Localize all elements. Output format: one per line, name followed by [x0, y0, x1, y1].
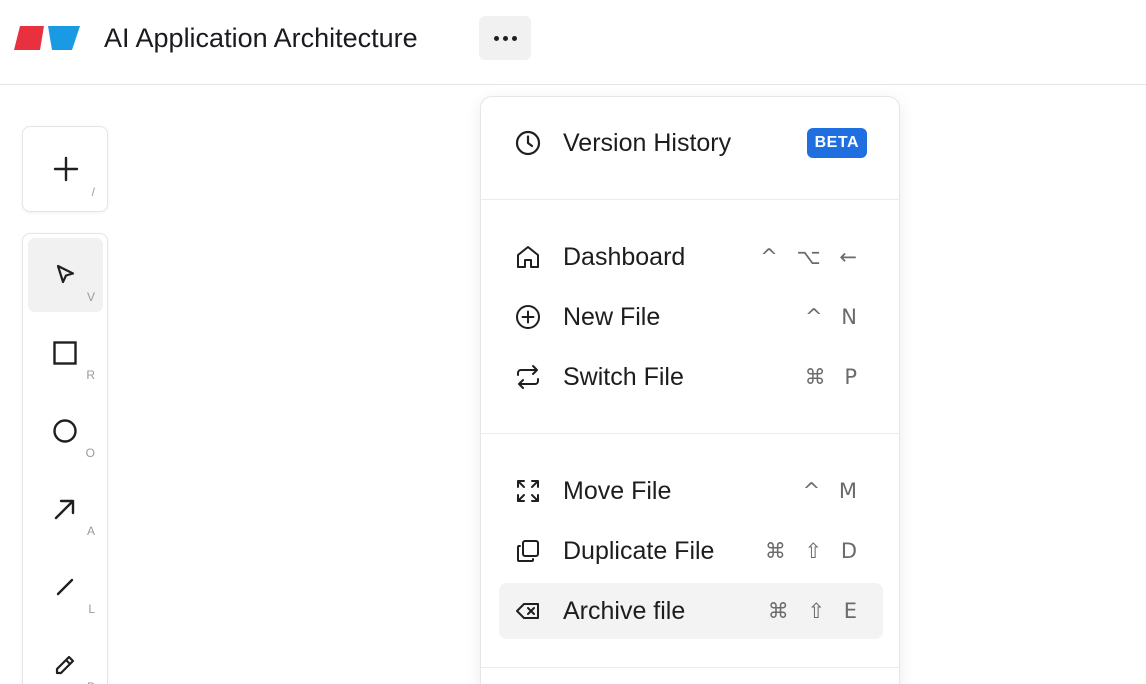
switch-arrows-icon [517, 365, 539, 389]
menu-item-duplicate-file[interactable]: Duplicate File ⌘ ⇧ D [499, 523, 883, 579]
clock-icon [515, 130, 541, 156]
menu-item-label: Dashboard [563, 243, 686, 271]
tool-select[interactable]: V [28, 238, 103, 312]
more-options-button[interactable] [479, 16, 531, 60]
pencil-shortcut: P [87, 680, 95, 684]
menu-item-label: Move File [563, 477, 672, 505]
menu-item-shortcut: ⌘ ⇧ D [764, 539, 863, 563]
line-icon [56, 578, 74, 596]
menu-divider [481, 433, 899, 434]
more-dot [502, 35, 508, 41]
drawing-tools: V R O A L P [22, 233, 108, 684]
plus-circle-icon [516, 305, 540, 329]
file-options-menu: Version History BETA Dashboard ^ ⌥ ← New… [480, 96, 900, 684]
menu-item-label: Switch File [563, 363, 684, 391]
tool-arrow[interactable]: A [28, 472, 103, 546]
tool-line[interactable]: L [28, 550, 103, 624]
more-dot [511, 35, 517, 41]
beta-badge: BETA [806, 128, 867, 158]
circle-icon [53, 419, 77, 443]
archive-delete-icon [516, 603, 539, 619]
menu-divider [481, 667, 899, 668]
square-icon [53, 341, 77, 365]
menu-item-label: Version History [563, 129, 732, 157]
add-shortcut: / [91, 185, 95, 199]
select-shortcut: V [86, 290, 95, 304]
move-expand-icon [517, 480, 539, 502]
menu-item-shortcut: ⌘ P [804, 365, 863, 389]
menu-item-label: New File [563, 303, 661, 331]
header: AI Application Architecture [0, 0, 1146, 85]
more-horizontal-icon [493, 35, 499, 41]
menu-item-shortcut: ^ N [805, 305, 863, 329]
cursor-arrow-icon [56, 264, 75, 284]
arrow-up-right-icon [54, 499, 75, 520]
menu-item-label: Archive file [563, 597, 686, 625]
menu-item-switch-file[interactable]: Switch File ⌘ P [499, 349, 883, 405]
menu-item-archive-file[interactable]: Archive file ⌘ ⇧ E [499, 583, 883, 639]
rectangle-shortcut: R [86, 368, 95, 382]
tool-rectangle[interactable]: R [28, 316, 103, 390]
tool-ellipse[interactable]: O [28, 394, 103, 468]
add-button[interactable]: / [22, 126, 108, 212]
duplicate-icon [517, 540, 539, 562]
menu-item-version-history[interactable]: Version History BETA [499, 115, 883, 171]
menu-item-dashboard[interactable]: Dashboard ^ ⌥ ← [499, 229, 883, 285]
menu-item-shortcut: ^ ⌥ ← [760, 245, 863, 269]
home-icon [517, 246, 539, 268]
menu-item-move-file[interactable]: Move File ^ M [499, 463, 883, 519]
line-shortcut: L [88, 602, 95, 616]
plus-icon [53, 156, 79, 182]
ellipse-shortcut: O [85, 446, 95, 460]
pencil-icon [55, 655, 75, 675]
document-title[interactable]: AI Application Architecture [104, 20, 418, 56]
menu-item-shortcut: ⌘ ⇧ E [767, 599, 863, 623]
app-logo[interactable] [14, 26, 80, 50]
menu-item-label: Duplicate File [563, 537, 715, 565]
menu-item-new-file[interactable]: New File ^ N [499, 289, 883, 345]
tool-pencil[interactable]: P [28, 628, 103, 684]
arrow-shortcut: A [86, 524, 95, 538]
menu-divider [481, 199, 899, 200]
menu-item-shortcut: ^ M [802, 479, 863, 503]
